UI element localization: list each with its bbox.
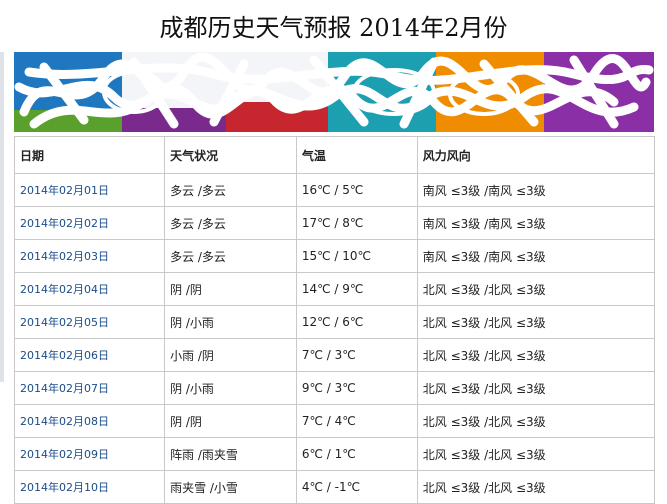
page-title: 成都历史天气预报 2014年2月份 (159, 14, 508, 42)
scribble-overlay (14, 52, 654, 129)
weather-cell: 雨夹雪 /小雪 (164, 470, 297, 504)
weather-cell: 阴 /小雨 (164, 305, 297, 339)
table-row: 2014年02月02日 多云 /多云 17℃ / 8℃ 南风 ≤3级 /南风 ≤… (13, 206, 656, 240)
temperature-cell: 4℃ / -1℃ (295, 470, 418, 504)
table-row: 2014年02月06日 小雨 /阴 7℃ / 3℃ 北风 ≤3级 /北风 ≤3级 (13, 338, 656, 372)
weather-cell: 多云 /多云 (164, 239, 297, 273)
date-link[interactable]: 2014年02月09日 (13, 437, 166, 471)
wind-cell: 北风 ≤3级 /北风 ≤3级 (416, 338, 656, 372)
date-link[interactable]: 2014年02月08日 (13, 404, 166, 438)
temperature-cell: 12℃ / 6℃ (295, 305, 418, 339)
weather-cell: 阵雨 /雨夹雪 (164, 437, 297, 471)
weather-cell: 多云 /多云 (164, 173, 297, 207)
wind-cell: 北风 ≤3级 /北风 ≤3级 (416, 371, 656, 405)
weather-cell: 阴 /阴 (164, 272, 297, 306)
temperature-cell: 7℃ / 4℃ (295, 404, 418, 438)
table-row: 2014年02月07日 阴 /小雨 9℃ / 3℃ 北风 ≤3级 /北风 ≤3级 (13, 371, 656, 405)
date-link[interactable]: 2014年02月07日 (13, 371, 166, 405)
weather-cell: 多云 /多云 (164, 206, 297, 240)
wind-cell: 南风 ≤3级 /南风 ≤3级 (416, 173, 656, 207)
temperature-cell: 17℃ / 8℃ (295, 206, 418, 240)
header-date: 日期 (13, 136, 166, 174)
date-link[interactable]: 2014年02月10日 (13, 470, 166, 504)
header-wind: 风力风向 (416, 136, 656, 174)
wind-cell: 北风 ≤3级 /北风 ≤3级 (416, 404, 656, 438)
date-link[interactable]: 2014年02月06日 (13, 338, 166, 372)
date-link[interactable]: 2014年02月04日 (13, 272, 166, 306)
weather-cell: 阴 /小雨 (164, 371, 297, 405)
temperature-cell: 14℃ / 9℃ (295, 272, 418, 306)
weather-cell: 小雨 /阴 (164, 338, 297, 372)
temperature-cell: 9℃ / 3℃ (295, 371, 418, 405)
header-temperature: 气温 (295, 136, 418, 174)
weather-history-table: 日期 天气状况 气温 风力风向 2014年02月01日 多云 /多云 16℃ /… (13, 136, 656, 504)
table-row: 2014年02月01日 多云 /多云 16℃ / 5℃ 南风 ≤3级 /南风 ≤… (13, 173, 656, 207)
date-link[interactable]: 2014年02月05日 (13, 305, 166, 339)
table-row: 2014年02月05日 阴 /小雨 12℃ / 6℃ 北风 ≤3级 /北风 ≤3… (13, 305, 656, 339)
temperature-cell: 6℃ / 1℃ (295, 437, 418, 471)
wind-cell: 南风 ≤3级 /南风 ≤3级 (416, 239, 656, 273)
table-row: 2014年02月08日 阴 /阴 7℃ / 4℃ 北风 ≤3级 /北风 ≤3级 (13, 404, 656, 438)
banner-image-scribbled (14, 52, 654, 132)
weather-cell: 阴 /阴 (164, 404, 297, 438)
temperature-cell: 7℃ / 3℃ (295, 338, 418, 372)
date-link[interactable]: 2014年02月03日 (13, 239, 166, 273)
temperature-cell: 15℃ / 10℃ (295, 239, 418, 273)
header-weather: 天气状况 (164, 136, 297, 174)
wind-cell: 北风 ≤3级 /北风 ≤3级 (416, 437, 656, 471)
wind-cell: 北风 ≤3级 /北风 ≤3级 (416, 272, 656, 306)
temperature-cell: 16℃ / 5℃ (295, 173, 418, 207)
table-row: 2014年02月09日 阵雨 /雨夹雪 6℃ / 1℃ 北风 ≤3级 /北风 ≤… (13, 437, 656, 471)
table-row: 2014年02月04日 阴 /阴 14℃ / 9℃ 北风 ≤3级 /北风 ≤3级 (13, 272, 656, 306)
table-row: 2014年02月03日 多云 /多云 15℃ / 10℃ 南风 ≤3级 /南风 … (13, 239, 656, 273)
date-link[interactable]: 2014年02月02日 (13, 206, 166, 240)
date-link[interactable]: 2014年02月01日 (13, 173, 166, 207)
table-row: 2014年02月10日 雨夹雪 /小雪 4℃ / -1℃ 北风 ≤3级 /北风 … (13, 470, 656, 504)
wind-cell: 北风 ≤3级 /北风 ≤3级 (416, 470, 656, 504)
table-header-row: 日期 天气状况 气温 风力风向 (13, 136, 656, 174)
wind-cell: 北风 ≤3级 /北风 ≤3级 (416, 305, 656, 339)
left-scroll-edge (0, 52, 4, 382)
wind-cell: 南风 ≤3级 /南风 ≤3级 (416, 206, 656, 240)
